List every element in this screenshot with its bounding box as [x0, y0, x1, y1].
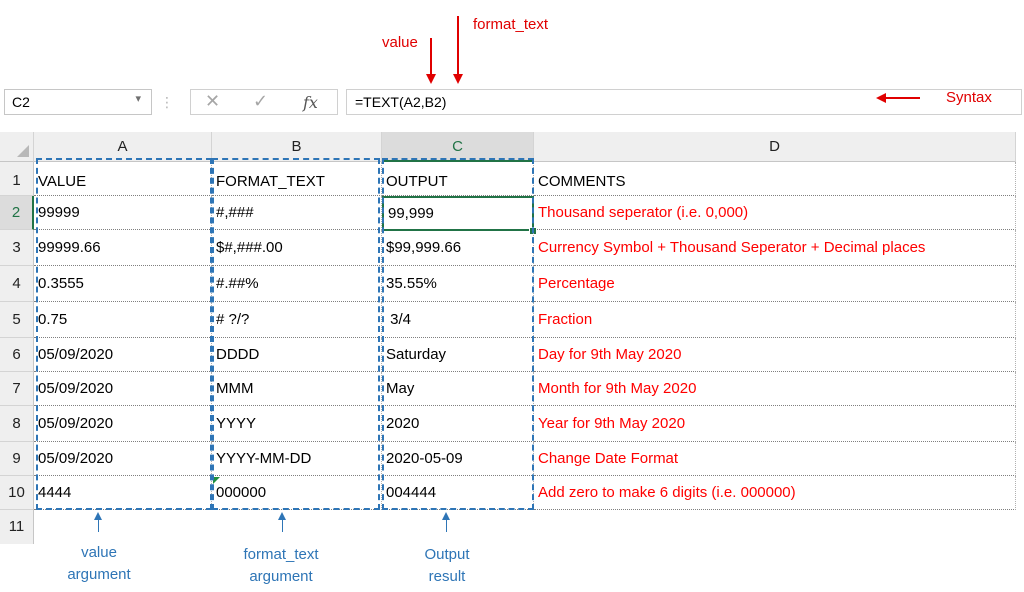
row-header-5[interactable]: 5	[0, 302, 34, 338]
output-result-line	[446, 518, 447, 532]
cell-b6[interactable]: DDDD	[212, 338, 382, 372]
row-header-7[interactable]: 7	[0, 372, 34, 406]
format-text-argument-line	[282, 518, 283, 532]
cancel-icon[interactable]: ✕	[205, 91, 220, 112]
column-header-c[interactable]: C	[382, 132, 534, 162]
format-text-argument-line-1: format_text	[243, 546, 319, 563]
cell-c2[interactable]: 99,999	[382, 196, 534, 231]
value-argument-line-1: value	[81, 544, 117, 561]
cell-a6[interactable]: 05/09/2020	[34, 338, 212, 372]
cell-d4[interactable]: Percentage	[534, 266, 1016, 302]
cell-b7[interactable]: MMM	[212, 372, 382, 406]
confirm-icon[interactable]: ✓	[253, 91, 268, 112]
cell-d6[interactable]: Day for 9th May 2020	[534, 338, 1016, 372]
error-indicator-icon[interactable]	[213, 477, 220, 484]
name-box[interactable]: C2 ▾	[4, 89, 152, 115]
chevron-down-icon[interactable]: ▾	[135, 92, 141, 105]
value-argument-label: value argument	[34, 542, 164, 586]
output-result-label: Output result	[382, 544, 512, 588]
select-all-icon	[17, 145, 29, 157]
cell-d2[interactable]: Thousand seperator (i.e. 0,000)	[534, 196, 1016, 230]
cell-a9[interactable]: 05/09/2020	[34, 442, 212, 476]
column-header-d[interactable]: D	[534, 132, 1016, 162]
row-header-3[interactable]: 3	[0, 230, 34, 266]
cell-b2[interactable]: #,###	[212, 196, 382, 230]
value-argument-line-2: argument	[67, 566, 131, 583]
cell-b10[interactable]: 000000	[212, 476, 382, 510]
formula-text: =TEXT(A2,B2)	[355, 94, 447, 110]
name-box-value: C2	[12, 94, 30, 110]
cell-b3[interactable]: $#,###.00	[212, 230, 382, 266]
cell-c5[interactable]: 3/4	[382, 302, 534, 338]
cell-c6[interactable]: Saturday	[382, 338, 534, 372]
row-header-1[interactable]: 1	[0, 162, 34, 196]
cell-d3[interactable]: Currency Symbol + Thousand Seperator + D…	[534, 230, 1016, 266]
cell-d9[interactable]: Change Date Format	[534, 442, 1016, 476]
row-header-2[interactable]: 2	[0, 196, 34, 230]
formula-input[interactable]: =TEXT(A2,B2)	[346, 89, 1022, 115]
cell-b4[interactable]: #.##%	[212, 266, 382, 302]
row-header-8[interactable]: 8	[0, 406, 34, 442]
cell-a2[interactable]: 99999	[34, 196, 212, 230]
select-all-corner[interactable]	[0, 132, 34, 162]
column-header-b[interactable]: B	[212, 132, 382, 162]
format-text-annotation-arrow	[453, 74, 463, 84]
value-annotation-arrow	[426, 74, 436, 84]
row-header-6[interactable]: 6	[0, 338, 34, 372]
cell-b9[interactable]: YYYY-MM-DD	[212, 442, 382, 476]
cell-c3[interactable]: $99,999.66	[382, 230, 534, 266]
cell-c8[interactable]: 2020	[382, 406, 534, 442]
value-annotation-line	[430, 38, 432, 74]
cell-b1[interactable]: FORMAT_TEXT	[212, 162, 382, 196]
format-text-argument-line-2: argument	[249, 568, 313, 585]
cell-a5[interactable]: 0.75	[34, 302, 212, 338]
format-text-annotation-label: format_text	[473, 16, 549, 33]
cell-c7[interactable]: May	[382, 372, 534, 406]
output-result-line-1: Output	[424, 546, 470, 563]
format-text-annotation-line	[457, 16, 459, 74]
cell-a10[interactable]: 4444	[34, 476, 212, 510]
cell-c10[interactable]: 004444	[382, 476, 534, 510]
syntax-annotation-label: Syntax	[946, 89, 992, 106]
row-header-4[interactable]: 4	[0, 266, 34, 302]
cell-a4[interactable]: 0.3555	[34, 266, 212, 302]
cell-d8[interactable]: Year for 9th May 2020	[534, 406, 1016, 442]
cell-c9[interactable]: 2020-05-09	[382, 442, 534, 476]
formula-bar-buttons: ✕ ✓ fx	[190, 89, 338, 115]
cell-a8[interactable]: 05/09/2020	[34, 406, 212, 442]
insert-function-icon[interactable]: fx	[303, 93, 318, 112]
cell-b5[interactable]: # ?/?	[212, 302, 382, 338]
output-result-line-2: result	[428, 568, 466, 585]
value-argument-line	[98, 518, 99, 532]
format-text-argument-label: format_text argument	[216, 544, 346, 588]
column-header-a[interactable]: A	[34, 132, 212, 162]
cell-d7[interactable]: Month for 9th May 2020	[534, 372, 1016, 406]
cell-d5[interactable]: Fraction	[534, 302, 1016, 338]
value-annotation-label: value	[382, 34, 418, 51]
cell-d10[interactable]: Add zero to make 6 digits (i.e. 000000)	[534, 476, 1016, 510]
formula-bar-grip-icon[interactable]: ⋮	[160, 94, 174, 111]
cell-a7[interactable]: 05/09/2020	[34, 372, 212, 406]
cell-b8[interactable]: YYYY	[212, 406, 382, 442]
cell-d1[interactable]: COMMENTS	[534, 162, 1016, 196]
formula-bar: C2 ▾ ⋮ ✕ ✓ fx =TEXT(A2,B2)	[0, 84, 1024, 120]
cell-c1[interactable]: OUTPUT	[382, 162, 534, 196]
row-header-10[interactable]: 10	[0, 476, 34, 510]
syntax-annotation-line	[884, 97, 920, 99]
row-header-11[interactable]: 11	[0, 510, 34, 544]
cell-a1[interactable]: VALUE	[34, 162, 212, 196]
row-header-9[interactable]: 9	[0, 442, 34, 476]
cell-a3[interactable]: 99999.66	[34, 230, 212, 266]
cell-c4[interactable]: 35.55%	[382, 266, 534, 302]
